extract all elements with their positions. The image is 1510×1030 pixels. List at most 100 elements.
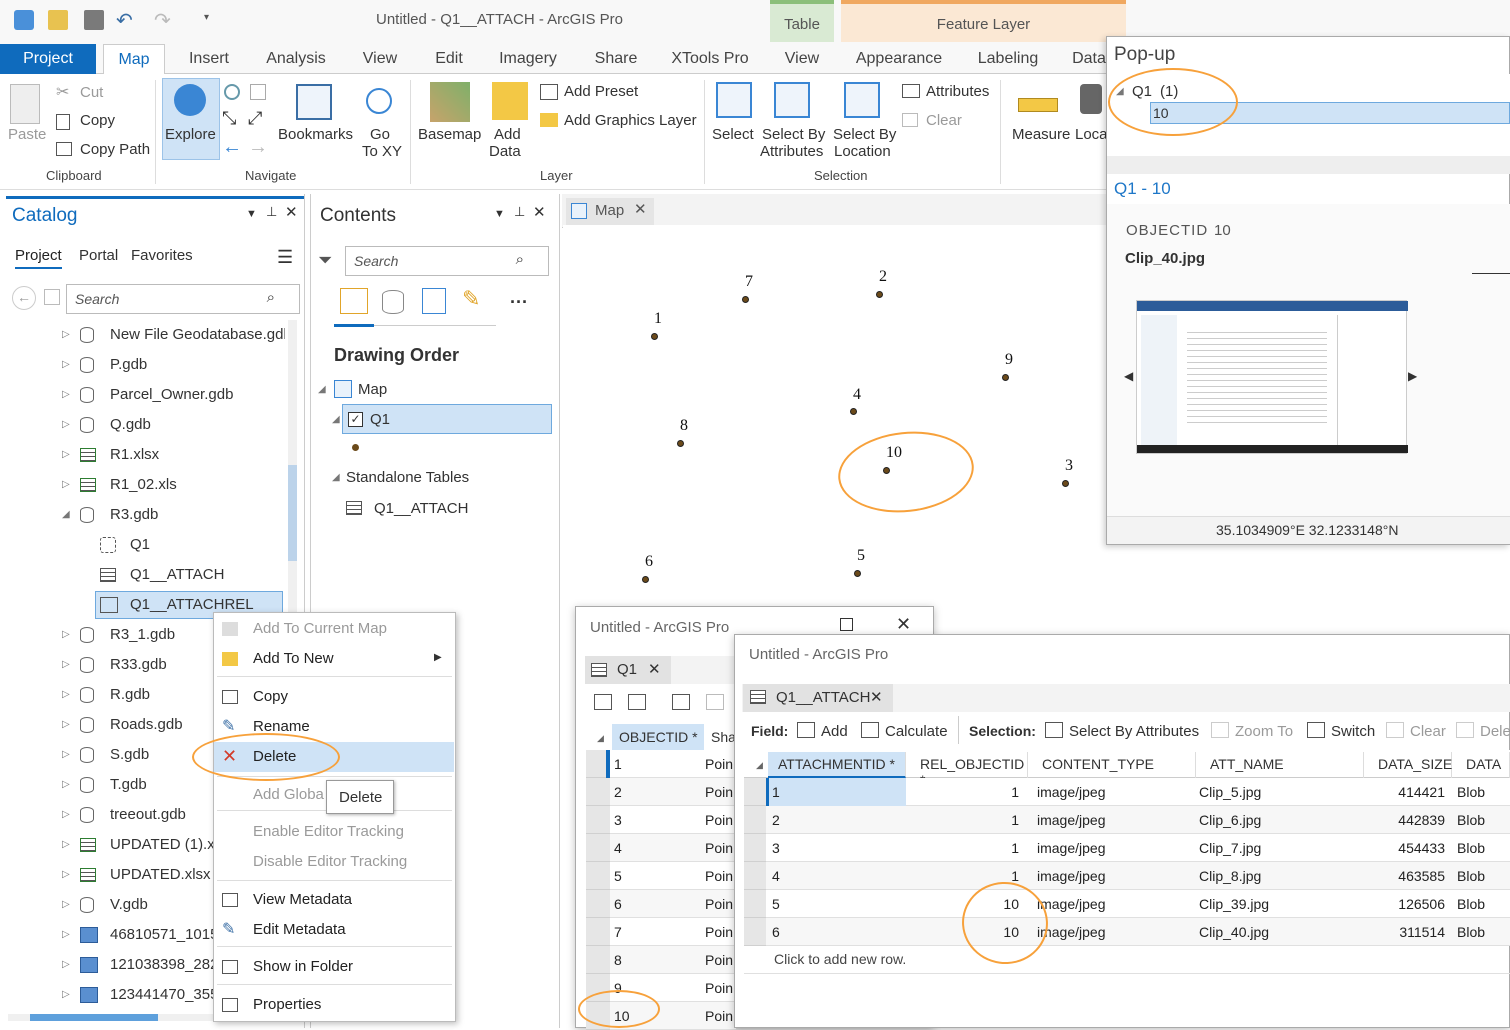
show-in-folder-item[interactable]: Show in Folder <box>253 958 353 975</box>
row-header[interactable] <box>744 890 766 918</box>
collapse-arrow-icon[interactable]: ◢ <box>332 472 340 483</box>
contents-pin-icon[interactable]: ⊥ <box>514 204 525 220</box>
content-type-cell[interactable]: image/jpeg <box>1037 834 1106 862</box>
tab-data[interactable]: Data <box>1068 44 1110 74</box>
catalog-item[interactable]: R1_02.xls <box>110 476 285 502</box>
expand-arrow-icon[interactable]: ▷ <box>62 419 70 430</box>
rel-objectid-cell[interactable]: 1 <box>939 834 1019 862</box>
expand-arrow-icon[interactable]: ▷ <box>62 929 70 940</box>
clear-selection-button[interactable]: Clear <box>1410 723 1446 740</box>
catalog-menu-icon[interactable]: ▼ <box>246 208 257 220</box>
undo-icon[interactable]: ↶ <box>116 8 133 33</box>
row-header[interactable] <box>586 918 610 946</box>
tab-appearance[interactable]: Appearance <box>850 44 948 74</box>
row-header[interactable] <box>586 946 610 974</box>
row-header[interactable] <box>744 778 766 806</box>
data-cell[interactable]: Blob <box>1457 862 1485 890</box>
zoom-out-arrows-icon[interactable]: ⤢ <box>248 108 262 129</box>
att-name-column-header[interactable]: ATT_NAME <box>1200 752 1364 778</box>
att-name-cell[interactable]: Clip_6.jpg <box>1199 806 1261 834</box>
collapse-arrow-icon[interactable]: ◢ <box>318 384 326 395</box>
tab-share[interactable]: Share <box>586 44 646 74</box>
maximize-icon[interactable] <box>840 618 853 631</box>
contents-search-input[interactable]: Search ⌕ <box>345 246 549 276</box>
expand-arrow-icon[interactable]: ▷ <box>62 719 70 730</box>
tab-analysis[interactable]: Analysis <box>260 44 332 74</box>
catalog-item[interactable]: Q1 <box>130 536 285 562</box>
attributes-button[interactable]: Attributes <box>926 83 989 100</box>
data-size-cell[interactable]: 442839 <box>1365 806 1445 834</box>
catalog-pin-icon[interactable]: ⊥ <box>266 204 277 220</box>
expand-arrow-icon[interactable]: ▷ <box>62 659 70 670</box>
view-metadata-item[interactable]: View Metadata <box>253 891 352 908</box>
select-all-corner[interactable]: ◢ <box>597 733 604 744</box>
objectid-cell[interactable]: 3 <box>614 806 622 834</box>
previous-attachment-icon[interactable]: ◀ <box>1124 369 1133 383</box>
data-size-column-header[interactable]: DATA_SIZE <box>1368 752 1452 778</box>
copy-button[interactable]: Copy <box>80 112 115 129</box>
shape-cell[interactable]: Poin <box>705 778 733 806</box>
expand-arrow-icon[interactable]: ▷ <box>62 629 70 640</box>
measure-button[interactable]: Measure <box>1012 126 1070 143</box>
expand-arrow-icon[interactable]: ▷ <box>62 959 70 970</box>
close-icon[interactable]: ✕ <box>896 614 911 635</box>
basemap-button[interactable]: Basemap <box>418 126 481 143</box>
expand-arrow-icon[interactable]: ▷ <box>62 389 70 400</box>
previous-extent-icon[interactable]: ← <box>222 136 242 159</box>
map-point[interactable] <box>854 570 861 577</box>
map-point[interactable] <box>1002 374 1009 381</box>
attachmentid-cell[interactable]: 1 <box>772 778 780 806</box>
tab-insert[interactable]: Insert <box>180 44 238 74</box>
content-type-cell[interactable]: image/jpeg <box>1037 806 1106 834</box>
map-point[interactable] <box>850 408 857 415</box>
contents-table-q1-attach[interactable]: Q1__ATTACH <box>374 500 468 517</box>
data-cell[interactable]: Blob <box>1457 918 1485 946</box>
row-header[interactable] <box>586 890 610 918</box>
rel-objectid-cell[interactable]: 1 <box>939 778 1019 806</box>
objectid-cell[interactable]: 6 <box>614 890 622 918</box>
shape-cell[interactable]: Poin <box>705 834 733 862</box>
switch-selection-button[interactable]: Switch <box>1331 723 1375 740</box>
catalog-item[interactable]: Parcel_Owner.gdb <box>110 386 285 412</box>
tab-edit[interactable]: Edit <box>426 44 472 74</box>
att-name-cell[interactable]: Clip_40.jpg <box>1199 918 1269 946</box>
data-cell[interactable]: Blob <box>1457 806 1485 834</box>
att-name-cell[interactable]: Clip_5.jpg <box>1199 778 1261 806</box>
zoom-to-button[interactable]: Zoom To <box>1235 723 1293 740</box>
catalog-tab-favorites[interactable]: Favorites <box>131 247 193 264</box>
delete-selection-button[interactable]: Dele <box>1480 723 1510 740</box>
shape-cell[interactable]: Poin <box>705 750 733 778</box>
attachmentid-column-header[interactable]: ATTACHMENTID * <box>768 752 906 778</box>
open-folder-icon[interactable] <box>48 10 68 30</box>
copy-path-button[interactable]: Copy Path <box>80 141 150 158</box>
map-point[interactable] <box>677 440 684 447</box>
content-type-column-header[interactable]: CONTENT_TYPE <box>1032 752 1196 778</box>
content-type-cell[interactable]: image/jpeg <box>1037 862 1106 890</box>
map-point[interactable] <box>742 296 749 303</box>
list-by-editing-icon[interactable]: ✎ <box>462 286 480 312</box>
map-point[interactable] <box>651 333 658 340</box>
catalog-close-icon[interactable]: ✕ <box>285 203 298 221</box>
row-header[interactable] <box>586 778 610 806</box>
objectid-cell[interactable]: 2 <box>614 778 622 806</box>
attachmentid-cell[interactable]: 2 <box>772 806 780 834</box>
clear-selection-button[interactable]: Clear <box>926 112 962 129</box>
collapse-arrow-icon[interactable]: ◢ <box>332 414 340 425</box>
expand-arrow-icon[interactable]: ▷ <box>62 839 70 850</box>
locate-button[interactable]: Loca <box>1075 126 1108 143</box>
contents-menu-icon[interactable]: ▼ <box>494 208 505 220</box>
attachmentid-cell[interactable]: 5 <box>772 890 780 918</box>
catalog-item[interactable]: R3.gdb <box>110 506 285 532</box>
expand-arrow-icon[interactable]: ▷ <box>62 329 70 340</box>
attachment-thumbnail[interactable] <box>1136 300 1408 454</box>
expand-arrow-icon[interactable]: ▷ <box>62 449 70 460</box>
catalog-hscrollbar-thumb[interactable] <box>30 1014 158 1021</box>
att-name-cell[interactable]: Clip_7.jpg <box>1199 834 1261 862</box>
new-project-icon[interactable] <box>14 10 34 30</box>
zoom-in-arrows-icon[interactable]: ⤡ <box>222 108 236 129</box>
shape-cell[interactable]: Poin <box>705 890 733 918</box>
close-icon[interactable]: ✕ <box>870 688 883 706</box>
tab-table-view[interactable]: View <box>772 44 832 74</box>
expand-arrow-icon[interactable]: ▷ <box>62 989 70 1000</box>
expand-arrow-icon[interactable]: ▷ <box>62 809 70 820</box>
